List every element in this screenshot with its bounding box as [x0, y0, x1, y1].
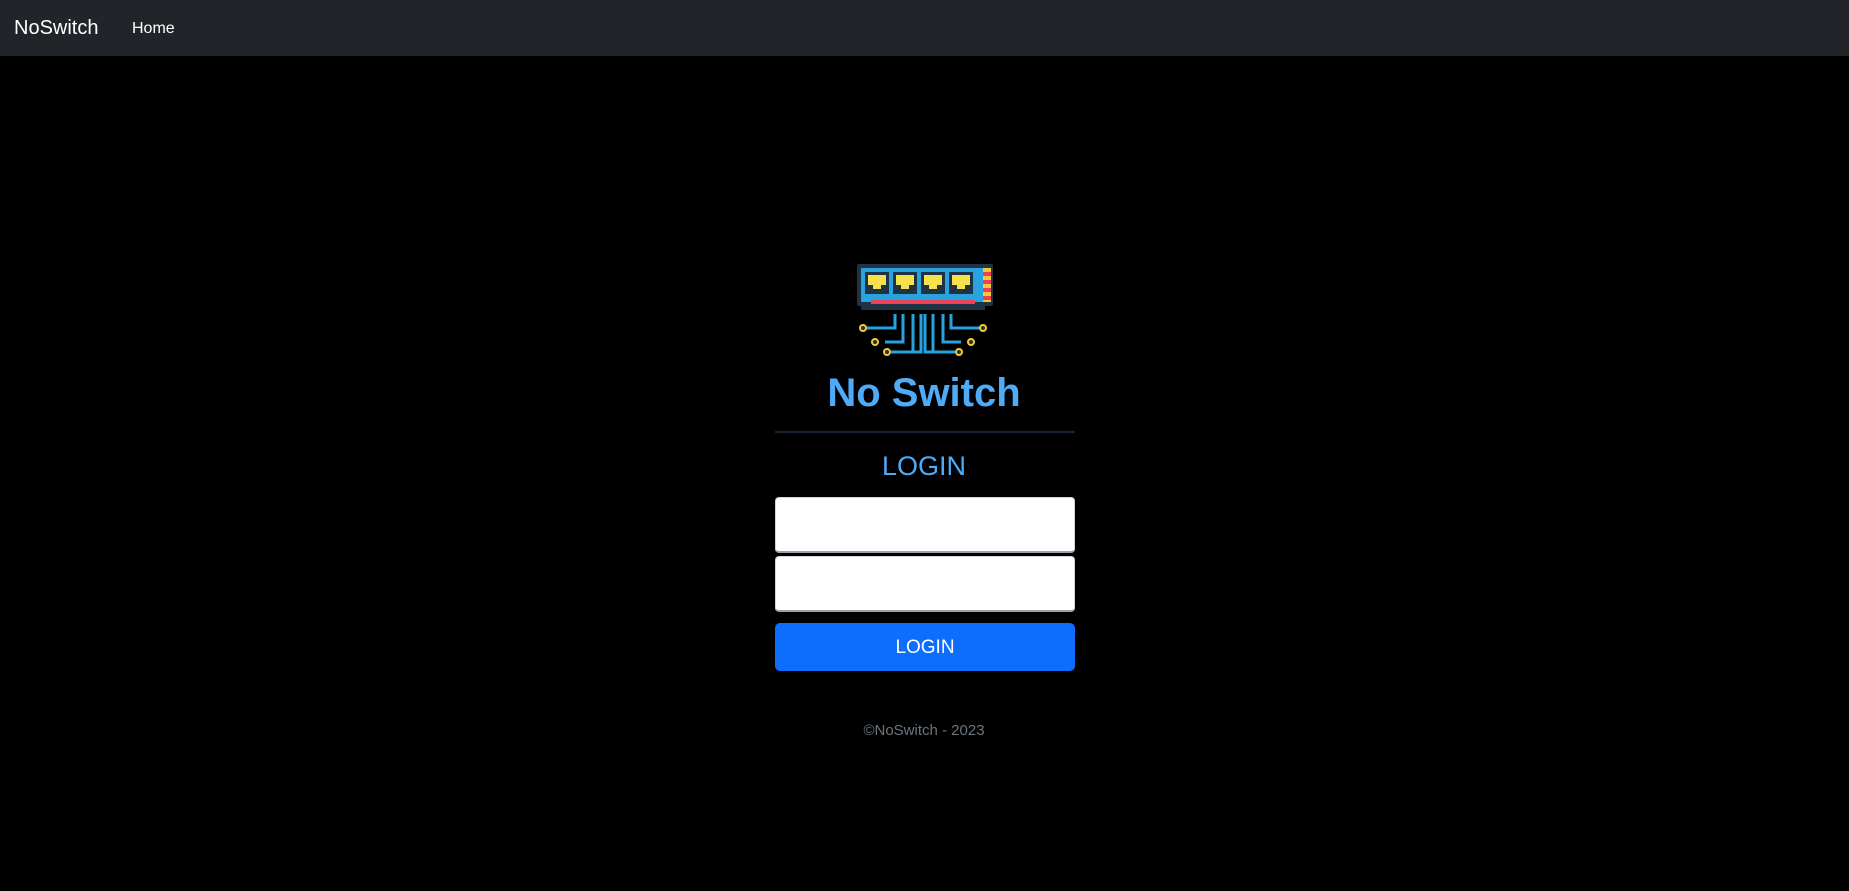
network-switch-icon [855, 262, 995, 358]
navbar-brand[interactable]: NoSwitch [14, 15, 98, 41]
divider [775, 431, 1075, 433]
login-button[interactable]: LOGIN [775, 623, 1075, 671]
page-title: No Switch [827, 371, 1021, 415]
password-field[interactable] [775, 556, 1075, 612]
footer-copyright: ©NoSwitch - 2023 [863, 722, 985, 739]
navbar: NoSwitch Home [0, 0, 1849, 56]
nav-link-home[interactable]: Home [132, 18, 175, 40]
username-field[interactable] [775, 497, 1075, 553]
login-heading: LOGIN [881, 451, 967, 481]
